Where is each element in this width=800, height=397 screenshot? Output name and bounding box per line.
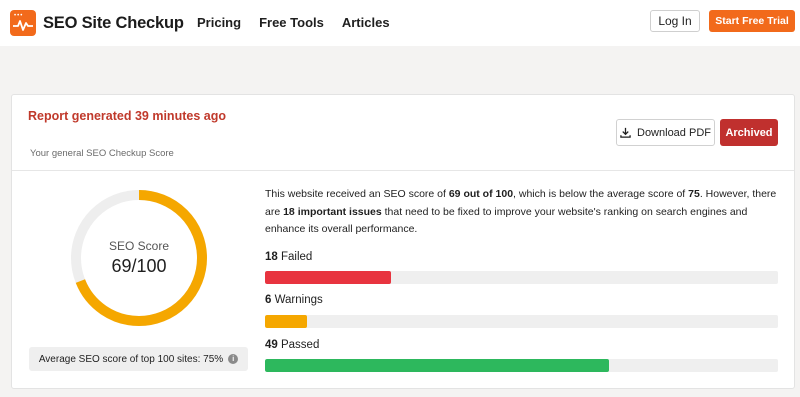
failed-bar bbox=[265, 271, 778, 284]
passed-bar bbox=[265, 359, 778, 372]
archived-button[interactable]: Archived bbox=[720, 119, 778, 146]
failed-label: 18 Failed bbox=[265, 251, 313, 263]
average-score-box: Average SEO score of top 100 sites: 75% … bbox=[29, 347, 248, 371]
average-score-text: Average SEO score of top 100 sites: 75% bbox=[38, 353, 224, 365]
score-subtitle: Your general SEO Checkup Score bbox=[30, 148, 174, 159]
nav-free-tools[interactable]: Free Tools bbox=[259, 15, 324, 30]
logo-text: SEO Site Checkup bbox=[43, 13, 184, 32]
login-button[interactable]: Log In bbox=[650, 10, 700, 32]
download-pdf-button[interactable]: Download PDF bbox=[616, 119, 715, 146]
nav-pricing[interactable]: Pricing bbox=[197, 15, 241, 30]
report-generated-text: Report generated 39 minutes ago bbox=[28, 109, 226, 123]
info-icon[interactable]: i bbox=[228, 354, 239, 364]
logo[interactable]: ••• SEO Site Checkup bbox=[10, 10, 184, 36]
summary-average: 75 bbox=[688, 188, 700, 200]
warnings-bar-fill bbox=[265, 315, 308, 328]
seo-score-gauge: SEO Score 69/100 bbox=[69, 188, 209, 328]
nav-articles[interactable]: Articles bbox=[342, 15, 390, 30]
report-card: Report generated 39 minutes ago Your gen… bbox=[11, 94, 795, 389]
main-nav: Pricing Free Tools Articles bbox=[197, 15, 390, 30]
summary-issues: 18 important issues bbox=[283, 205, 382, 218]
download-pdf-label: Download PDF bbox=[637, 126, 711, 139]
score-summary: This website received an SEO score of 69… bbox=[265, 186, 780, 239]
summary-text: , which is below the average score of bbox=[513, 188, 689, 200]
top-navigation: ••• SEO Site Checkup Pricing Free Tools … bbox=[0, 0, 800, 46]
passed-label: 49 Passed bbox=[265, 339, 320, 351]
warnings-label: 6 Warnings bbox=[265, 294, 323, 306]
gauge-label: SEO Score bbox=[108, 239, 170, 253]
failed-bar-fill bbox=[265, 271, 392, 284]
start-free-trial-button[interactable]: Start Free Trial bbox=[709, 10, 795, 32]
passed-bar-fill bbox=[265, 359, 610, 372]
gauge-value: 69/100 bbox=[111, 256, 167, 276]
divider bbox=[12, 170, 794, 171]
summary-score: 69 out of 100 bbox=[448, 188, 514, 200]
summary-text: This website received an SEO score of bbox=[265, 188, 449, 200]
warnings-bar bbox=[265, 315, 778, 328]
pulse-icon: ••• bbox=[10, 10, 36, 36]
download-icon bbox=[620, 127, 631, 138]
